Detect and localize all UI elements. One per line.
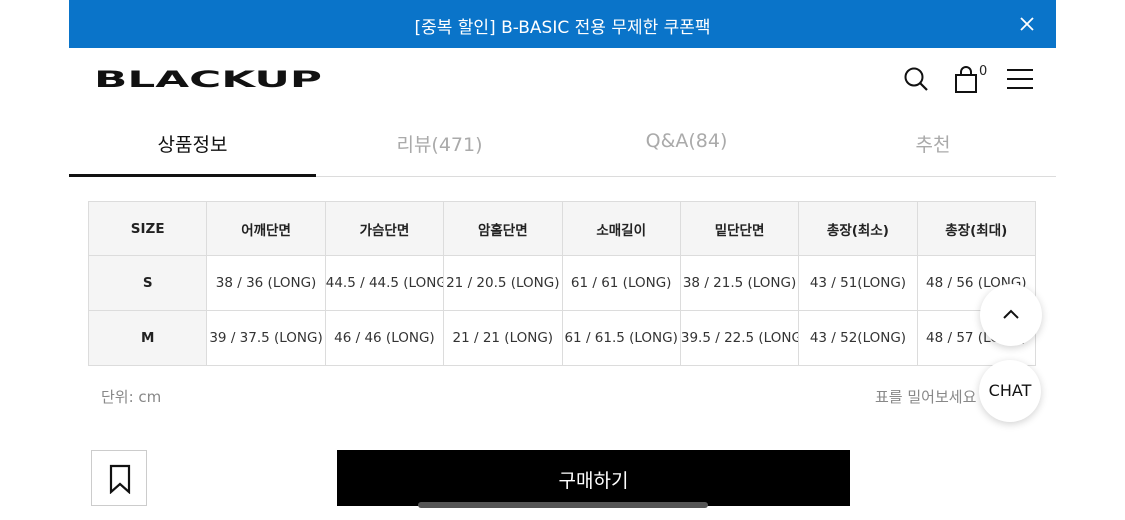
promo-banner-text[interactable]: [중복 할인] B-BASIC 전용 무제한 쿠폰팩 bbox=[69, 13, 1056, 38]
buy-button[interactable]: 구매하기 bbox=[337, 450, 850, 506]
table-cell: 43 / 52(LONG) bbox=[798, 310, 918, 366]
page: [중복 할인] B-BASIC 전용 무제한 쿠폰팩 BLACKUP 0 상품정… bbox=[69, 0, 1056, 520]
table-cell: 44.5 / 44.5 (LONG) bbox=[324, 255, 445, 311]
column-header: 가슴단면 bbox=[324, 201, 445, 256]
table-cell: 61 / 61.5 (LONG) bbox=[561, 310, 681, 366]
table-cell-size: M bbox=[87, 310, 208, 366]
close-icon[interactable] bbox=[1018, 15, 1036, 33]
column-header: 소매길이 bbox=[561, 201, 681, 256]
tab-recommend[interactable]: 추천 bbox=[810, 112, 1056, 176]
scroll-hint: 표를 밀어보세요 bbox=[875, 388, 977, 406]
column-header: 총장(최소) bbox=[798, 201, 918, 256]
table-cell: 38 / 36 (LONG) bbox=[206, 255, 326, 311]
cart-count-badge: 0 bbox=[979, 64, 988, 79]
site-header: BLACKUP 0 bbox=[69, 48, 1056, 112]
tab-reviews[interactable]: 리뷰(471) bbox=[316, 112, 563, 176]
column-header: 총장(최대) bbox=[916, 201, 1037, 256]
tab-qna[interactable]: Q&A(84) bbox=[563, 112, 810, 176]
table-row: S 38 / 36 (LONG) 44.5 / 44.5 (LONG) 21 /… bbox=[87, 255, 1037, 311]
table-cell: 39 / 37.5 (LONG) bbox=[206, 310, 326, 366]
table-cell: 21 / 20.5 (LONG) bbox=[443, 255, 563, 311]
column-header: 암홀단면 bbox=[443, 201, 563, 256]
tab-product-info[interactable]: 상품정보 bbox=[69, 112, 316, 177]
hamburger-menu-icon[interactable] bbox=[1007, 68, 1033, 90]
chevron-up-icon bbox=[1003, 309, 1019, 319]
column-header: 어깨단면 bbox=[206, 201, 326, 256]
table-cell: 38 / 21.5 (LONG) bbox=[679, 255, 800, 311]
chat-button[interactable]: CHAT bbox=[979, 360, 1041, 422]
column-header: 밑단단면 bbox=[679, 201, 800, 256]
search-icon[interactable] bbox=[903, 66, 929, 92]
unit-note: 단위: cm bbox=[101, 388, 162, 406]
table-cell: 21 / 21 (LONG) bbox=[443, 310, 563, 366]
promo-banner[interactable]: [중복 할인] B-BASIC 전용 무제한 쿠폰팩 bbox=[69, 0, 1056, 48]
product-tabs: 상품정보 리뷰(471) Q&A(84) 추천 bbox=[69, 112, 1056, 177]
logo[interactable]: BLACKUP bbox=[94, 68, 324, 94]
table-cell: 43 / 51(LONG) bbox=[798, 255, 918, 311]
table-cell: 61 / 61 (LONG) bbox=[561, 255, 681, 311]
wishlist-button[interactable] bbox=[91, 450, 147, 506]
table-cell: 39.5 / 22.5 (LONG) bbox=[679, 310, 800, 366]
home-indicator bbox=[418, 502, 708, 508]
chat-button-label: CHAT bbox=[988, 381, 1032, 400]
logo-mark: BLACKUP bbox=[94, 68, 322, 93]
scroll-to-top-button[interactable] bbox=[980, 284, 1042, 346]
table-cell-size: S bbox=[87, 255, 208, 311]
bookmark-icon bbox=[109, 464, 131, 494]
table-row: M 39 / 37.5 (LONG) 46 / 46 (LONG) 21 / 2… bbox=[87, 310, 1037, 366]
table-cell: 46 / 46 (LONG) bbox=[324, 310, 445, 366]
column-header: SIZE bbox=[87, 201, 208, 256]
size-table[interactable]: SIZE 어깨단면 가슴단면 암홀단면 소매길이 밑단단면 총장(최소) 총장(… bbox=[87, 201, 1037, 366]
table-header-row: SIZE 어깨단면 가슴단면 암홀단면 소매길이 밑단단면 총장(최소) 총장(… bbox=[87, 201, 1037, 256]
shopping-bag-icon[interactable] bbox=[954, 66, 978, 94]
logo-text: BLACKUP bbox=[94, 68, 322, 90]
